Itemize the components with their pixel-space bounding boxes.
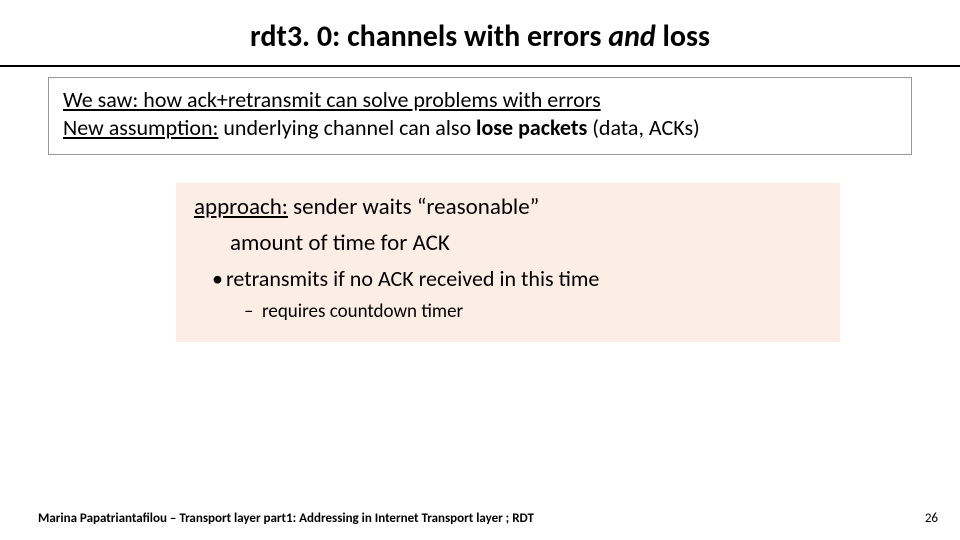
approach-cont: amount of time for ACK — [194, 229, 822, 259]
approach-box: approach: sender waits “reasonable” amou… — [176, 183, 840, 342]
title-divider — [0, 65, 960, 67]
recap-line2: New assumption: underlying channel can a… — [63, 114, 897, 142]
approach-label: approach: — [194, 193, 288, 221]
title-pre: rdt3. 0: channels with errors — [250, 18, 608, 55]
recap-line2-post: (data, ACKs) — [587, 114, 699, 141]
footer-text: Marina Papatriantafilou – Transport laye… — [38, 511, 534, 526]
recap-line2-bold: lose packets — [476, 114, 587, 141]
approach-line: approach: sender waits “reasonable” — [194, 193, 822, 223]
recap-line2-label: New assumption: — [63, 114, 218, 141]
slide-title: rdt3. 0: channels with errors and loss — [0, 0, 960, 65]
recap-line1: We saw: how ack+retransmit can solve pro… — [63, 86, 897, 114]
page-number: 26 — [925, 511, 938, 526]
approach-quote: “reasonable” — [417, 193, 539, 221]
recap-line1-text: We saw: how ack+retransmit can solve pro… — [63, 86, 601, 113]
recap-box: We saw: how ack+retransmit can solve pro… — [48, 77, 912, 155]
title-post: loss — [656, 18, 710, 55]
title-italic: and — [608, 18, 656, 55]
recap-line2-pre: underlying channel can also — [218, 114, 476, 141]
slide: rdt3. 0: channels with errors and loss W… — [0, 0, 960, 540]
bullet-level1: retransmits if no ACK received in this t… — [212, 265, 822, 294]
bullet-level2: requires countdown timer — [244, 300, 822, 325]
approach-rest1: sender waits — [288, 193, 417, 221]
